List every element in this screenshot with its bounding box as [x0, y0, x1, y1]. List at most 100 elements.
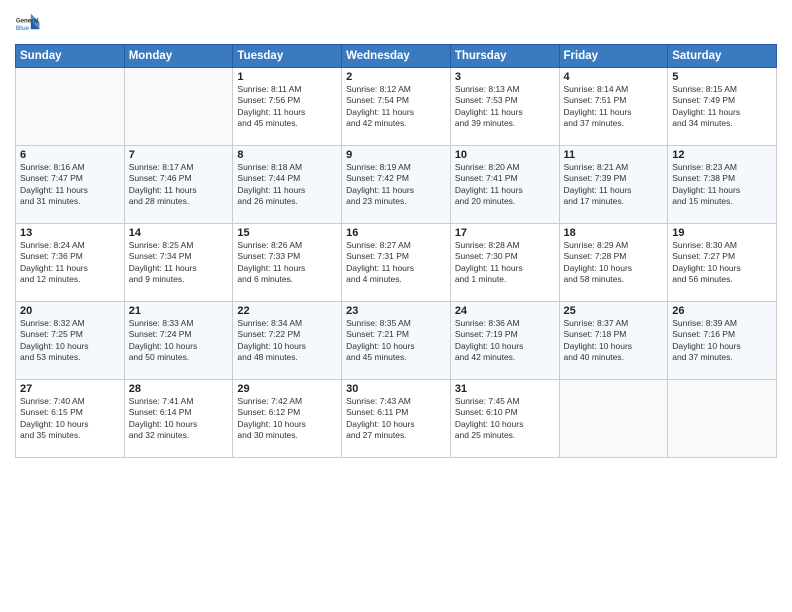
day-info: Sunrise: 8:14 AM Sunset: 7:51 PM Dayligh… [564, 84, 664, 130]
day-info: Sunrise: 8:19 AM Sunset: 7:42 PM Dayligh… [346, 162, 446, 208]
day-number: 23 [346, 305, 446, 317]
day-info: Sunrise: 8:18 AM Sunset: 7:44 PM Dayligh… [237, 162, 337, 208]
calendar-header-saturday: Saturday [668, 45, 777, 68]
calendar-table: SundayMondayTuesdayWednesdayThursdayFrid… [15, 44, 777, 458]
day-number: 30 [346, 383, 446, 395]
day-info: Sunrise: 8:20 AM Sunset: 7:41 PM Dayligh… [455, 162, 555, 208]
day-info: Sunrise: 7:40 AM Sunset: 6:15 PM Dayligh… [20, 396, 120, 442]
svg-text:General: General [16, 17, 39, 24]
day-info: Sunrise: 8:13 AM Sunset: 7:53 PM Dayligh… [455, 84, 555, 130]
calendar-header-monday: Monday [124, 45, 233, 68]
calendar-header-row: SundayMondayTuesdayWednesdayThursdayFrid… [16, 45, 777, 68]
day-info: Sunrise: 8:30 AM Sunset: 7:27 PM Dayligh… [672, 240, 772, 286]
day-number: 28 [129, 383, 229, 395]
logo-icon: General Blue [15, 10, 43, 38]
calendar-cell: 31Sunrise: 7:45 AM Sunset: 6:10 PM Dayli… [450, 380, 559, 458]
day-number: 5 [672, 71, 772, 83]
calendar-header-thursday: Thursday [450, 45, 559, 68]
day-info: Sunrise: 8:33 AM Sunset: 7:24 PM Dayligh… [129, 318, 229, 364]
calendar-cell: 16Sunrise: 8:27 AM Sunset: 7:31 PM Dayli… [342, 224, 451, 302]
day-number: 12 [672, 149, 772, 161]
day-info: Sunrise: 8:24 AM Sunset: 7:36 PM Dayligh… [20, 240, 120, 286]
day-number: 10 [455, 149, 555, 161]
calendar-cell: 11Sunrise: 8:21 AM Sunset: 7:39 PM Dayli… [559, 146, 668, 224]
calendar-cell: 23Sunrise: 8:35 AM Sunset: 7:21 PM Dayli… [342, 302, 451, 380]
calendar-cell: 30Sunrise: 7:43 AM Sunset: 6:11 PM Dayli… [342, 380, 451, 458]
day-info: Sunrise: 8:11 AM Sunset: 7:56 PM Dayligh… [237, 84, 337, 130]
day-info: Sunrise: 8:21 AM Sunset: 7:39 PM Dayligh… [564, 162, 664, 208]
day-number: 4 [564, 71, 664, 83]
day-info: Sunrise: 8:39 AM Sunset: 7:16 PM Dayligh… [672, 318, 772, 364]
calendar-cell: 21Sunrise: 8:33 AM Sunset: 7:24 PM Dayli… [124, 302, 233, 380]
day-info: Sunrise: 8:17 AM Sunset: 7:46 PM Dayligh… [129, 162, 229, 208]
calendar-cell: 26Sunrise: 8:39 AM Sunset: 7:16 PM Dayli… [668, 302, 777, 380]
calendar-cell: 14Sunrise: 8:25 AM Sunset: 7:34 PM Dayli… [124, 224, 233, 302]
calendar-cell: 3Sunrise: 8:13 AM Sunset: 7:53 PM Daylig… [450, 68, 559, 146]
calendar-header-friday: Friday [559, 45, 668, 68]
svg-text:Blue: Blue [16, 25, 30, 32]
logo: General Blue [15, 10, 43, 38]
calendar-week-2: 6Sunrise: 8:16 AM Sunset: 7:47 PM Daylig… [16, 146, 777, 224]
calendar-cell [16, 68, 125, 146]
day-number: 22 [237, 305, 337, 317]
day-number: 21 [129, 305, 229, 317]
calendar-cell: 24Sunrise: 8:36 AM Sunset: 7:19 PM Dayli… [450, 302, 559, 380]
calendar-cell: 13Sunrise: 8:24 AM Sunset: 7:36 PM Dayli… [16, 224, 125, 302]
calendar-header-tuesday: Tuesday [233, 45, 342, 68]
day-info: Sunrise: 8:12 AM Sunset: 7:54 PM Dayligh… [346, 84, 446, 130]
day-info: Sunrise: 8:26 AM Sunset: 7:33 PM Dayligh… [237, 240, 337, 286]
day-number: 29 [237, 383, 337, 395]
day-number: 7 [129, 149, 229, 161]
day-number: 2 [346, 71, 446, 83]
day-number: 31 [455, 383, 555, 395]
day-number: 6 [20, 149, 120, 161]
calendar-cell: 7Sunrise: 8:17 AM Sunset: 7:46 PM Daylig… [124, 146, 233, 224]
calendar-cell [124, 68, 233, 146]
day-info: Sunrise: 8:35 AM Sunset: 7:21 PM Dayligh… [346, 318, 446, 364]
day-info: Sunrise: 8:29 AM Sunset: 7:28 PM Dayligh… [564, 240, 664, 286]
calendar-cell: 8Sunrise: 8:18 AM Sunset: 7:44 PM Daylig… [233, 146, 342, 224]
day-info: Sunrise: 8:23 AM Sunset: 7:38 PM Dayligh… [672, 162, 772, 208]
day-info: Sunrise: 8:36 AM Sunset: 7:19 PM Dayligh… [455, 318, 555, 364]
day-number: 11 [564, 149, 664, 161]
calendar-cell: 27Sunrise: 7:40 AM Sunset: 6:15 PM Dayli… [16, 380, 125, 458]
day-info: Sunrise: 8:27 AM Sunset: 7:31 PM Dayligh… [346, 240, 446, 286]
calendar-cell: 9Sunrise: 8:19 AM Sunset: 7:42 PM Daylig… [342, 146, 451, 224]
calendar-cell: 4Sunrise: 8:14 AM Sunset: 7:51 PM Daylig… [559, 68, 668, 146]
day-number: 25 [564, 305, 664, 317]
calendar-header-wednesday: Wednesday [342, 45, 451, 68]
calendar-cell: 25Sunrise: 8:37 AM Sunset: 7:18 PM Dayli… [559, 302, 668, 380]
calendar-cell: 6Sunrise: 8:16 AM Sunset: 7:47 PM Daylig… [16, 146, 125, 224]
day-number: 16 [346, 227, 446, 239]
day-number: 8 [237, 149, 337, 161]
calendar-cell: 5Sunrise: 8:15 AM Sunset: 7:49 PM Daylig… [668, 68, 777, 146]
day-info: Sunrise: 8:34 AM Sunset: 7:22 PM Dayligh… [237, 318, 337, 364]
day-number: 1 [237, 71, 337, 83]
calendar-cell: 2Sunrise: 8:12 AM Sunset: 7:54 PM Daylig… [342, 68, 451, 146]
calendar-cell: 18Sunrise: 8:29 AM Sunset: 7:28 PM Dayli… [559, 224, 668, 302]
header: General Blue [15, 10, 777, 38]
day-number: 20 [20, 305, 120, 317]
day-info: Sunrise: 7:45 AM Sunset: 6:10 PM Dayligh… [455, 396, 555, 442]
day-info: Sunrise: 8:25 AM Sunset: 7:34 PM Dayligh… [129, 240, 229, 286]
calendar-week-1: 1Sunrise: 8:11 AM Sunset: 7:56 PM Daylig… [16, 68, 777, 146]
day-info: Sunrise: 8:15 AM Sunset: 7:49 PM Dayligh… [672, 84, 772, 130]
day-number: 9 [346, 149, 446, 161]
calendar-header-sunday: Sunday [16, 45, 125, 68]
day-number: 24 [455, 305, 555, 317]
calendar-cell: 28Sunrise: 7:41 AM Sunset: 6:14 PM Dayli… [124, 380, 233, 458]
day-info: Sunrise: 8:28 AM Sunset: 7:30 PM Dayligh… [455, 240, 555, 286]
calendar-week-5: 27Sunrise: 7:40 AM Sunset: 6:15 PM Dayli… [16, 380, 777, 458]
day-info: Sunrise: 7:43 AM Sunset: 6:11 PM Dayligh… [346, 396, 446, 442]
day-number: 15 [237, 227, 337, 239]
day-info: Sunrise: 8:16 AM Sunset: 7:47 PM Dayligh… [20, 162, 120, 208]
day-info: Sunrise: 8:32 AM Sunset: 7:25 PM Dayligh… [20, 318, 120, 364]
day-number: 17 [455, 227, 555, 239]
day-number: 19 [672, 227, 772, 239]
calendar-page: General Blue SundayMondayTuesdayWednesda… [0, 0, 792, 612]
day-number: 27 [20, 383, 120, 395]
calendar-week-4: 20Sunrise: 8:32 AM Sunset: 7:25 PM Dayli… [16, 302, 777, 380]
calendar-cell: 1Sunrise: 8:11 AM Sunset: 7:56 PM Daylig… [233, 68, 342, 146]
day-number: 13 [20, 227, 120, 239]
calendar-cell: 19Sunrise: 8:30 AM Sunset: 7:27 PM Dayli… [668, 224, 777, 302]
